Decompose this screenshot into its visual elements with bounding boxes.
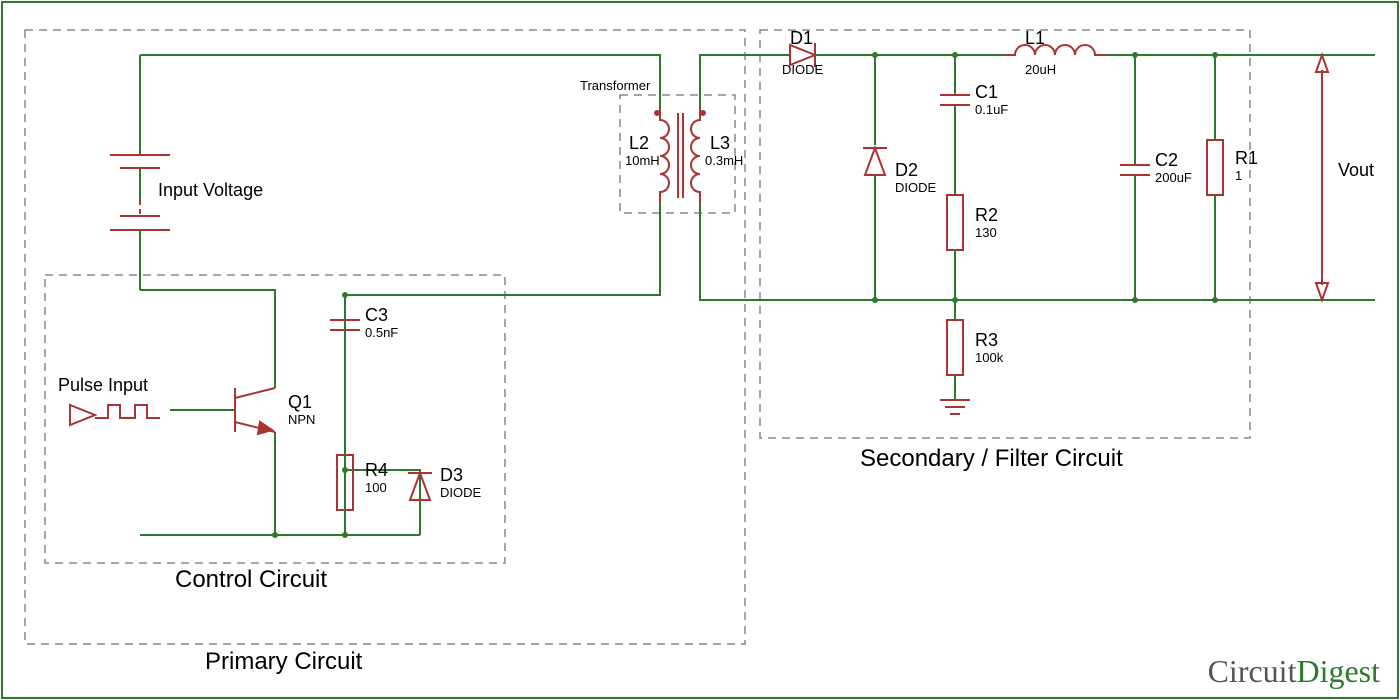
c2-val: 200uF — [1155, 170, 1192, 185]
d2-ref: D2 — [895, 160, 918, 181]
c1-val: 0.1uF — [975, 102, 1008, 117]
r4-val: 100 — [365, 480, 387, 495]
secondary-title: Secondary / Filter Circuit — [860, 445, 1123, 473]
l2-ref: L2 — [629, 133, 649, 154]
control-title: Control Circuit — [175, 566, 327, 594]
d1-ref: D1 — [790, 28, 813, 49]
schematic-canvas — [0, 0, 1400, 700]
r2-ref: R2 — [975, 205, 998, 226]
q1-val: NPN — [288, 412, 315, 427]
r3-val: 100k — [975, 350, 1003, 365]
c2-ref: C2 — [1155, 150, 1178, 171]
r1-val: 1 — [1235, 168, 1242, 183]
r3-ref: R3 — [975, 330, 998, 351]
q1-ref: Q1 — [288, 392, 312, 413]
primary-title: Primary Circuit — [205, 648, 362, 676]
transformer-label: Transformer — [580, 78, 650, 93]
d2-val: DIODE — [895, 180, 936, 195]
c1-ref: C1 — [975, 82, 998, 103]
d3-ref: D3 — [440, 465, 463, 486]
vout-label: Vout — [1338, 160, 1374, 181]
c3-val: 0.5nF — [365, 325, 398, 340]
l3-val: 0.3mH — [705, 153, 743, 168]
r1-ref: R1 — [1235, 148, 1258, 169]
r2-val: 130 — [975, 225, 997, 240]
l2-val: 10mH — [625, 153, 660, 168]
c3-ref: C3 — [365, 305, 388, 326]
r4-ref: R4 — [365, 460, 388, 481]
logo: CircuitDigest — [1208, 653, 1380, 690]
d3-val: DIODE — [440, 485, 481, 500]
l1-val: 20uH — [1025, 62, 1056, 77]
l1-ref: L1 — [1025, 28, 1045, 49]
d1-val: DIODE — [782, 62, 823, 77]
input-voltage-label: Input Voltage — [158, 180, 263, 201]
pulse-input-label: Pulse Input — [58, 375, 148, 396]
l3-ref: L3 — [710, 133, 730, 154]
